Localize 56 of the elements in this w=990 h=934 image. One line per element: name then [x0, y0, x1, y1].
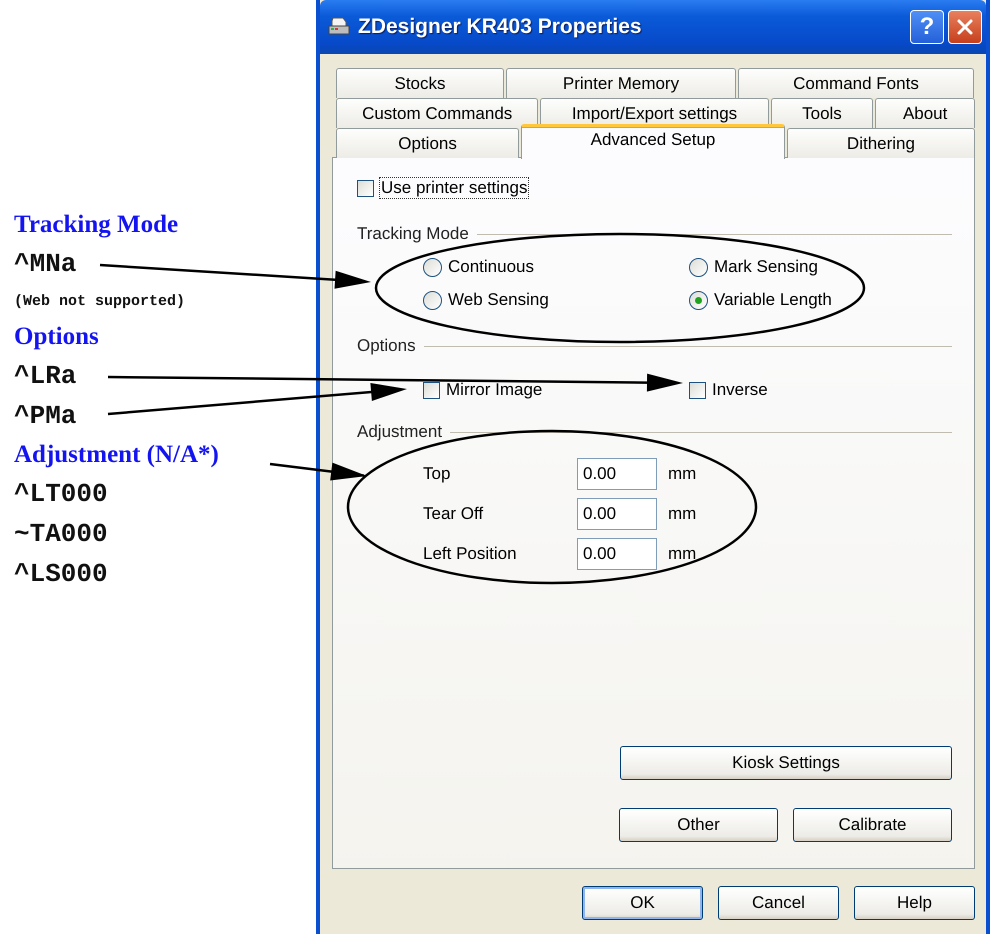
unit-label: mm: [668, 464, 696, 484]
command-code: ^PMa: [14, 400, 76, 433]
tab[interactable]: About: [875, 98, 975, 128]
checkbox-option[interactable]: Use printer settings: [357, 176, 952, 200]
panel-button[interactable]: Other: [619, 808, 778, 842]
tab[interactable]: Custom Commands: [336, 98, 538, 128]
radio-option[interactable]: Continuous: [423, 255, 689, 279]
annotation-heading: Adjustment (N/A*): [14, 440, 219, 470]
group-title: Options: [357, 336, 416, 356]
input-field[interactable]: 0.00: [577, 458, 657, 490]
dialog-button[interactable]: Help: [854, 886, 975, 920]
annotation-heading: Tracking Mode: [14, 210, 178, 240]
radio-button[interactable]: [689, 290, 708, 310]
checkbox-option[interactable]: Mirror Image: [423, 378, 689, 402]
window-title: ZDesigner KR403 Properties: [358, 15, 642, 39]
command-code: ~TA000: [14, 518, 108, 551]
close-button[interactable]: [948, 10, 982, 44]
tab[interactable]: Stocks: [336, 68, 504, 98]
checkbox-option[interactable]: Inverse: [689, 378, 952, 402]
radio-button[interactable]: [423, 290, 442, 310]
annotation-heading: Options: [14, 322, 99, 352]
printer-icon: [328, 17, 350, 37]
kiosk-settings-button[interactable]: Kiosk Settings: [620, 746, 952, 780]
help-button[interactable]: ?: [910, 10, 944, 44]
tab[interactable]: Options: [336, 128, 520, 158]
tab[interactable]: Tools: [770, 98, 874, 128]
checkbox[interactable]: [357, 180, 374, 196]
input-field[interactable]: 0.00: [577, 538, 657, 570]
checkbox[interactable]: [423, 382, 440, 398]
checkbox[interactable]: [689, 382, 706, 398]
field-label: Left Position: [423, 544, 518, 564]
radio-option[interactable]: Web Sensing: [423, 288, 689, 312]
radio-button[interactable]: [423, 258, 442, 276]
unit-label: mm: [668, 544, 696, 564]
dialog-button[interactable]: OK: [582, 886, 703, 920]
field-label: Top: [423, 464, 452, 484]
command-code: ^LS000: [14, 558, 108, 591]
radio-option[interactable]: Variable Length: [689, 288, 952, 312]
command-code: ^LT000: [14, 478, 108, 511]
tab[interactable]: Command Fonts: [738, 68, 974, 98]
panel-button[interactable]: Calibrate: [793, 808, 952, 842]
radio-button[interactable]: [689, 258, 708, 276]
group-title: Tracking Mode: [357, 224, 469, 244]
field-label: Tear Off: [423, 504, 484, 524]
command-code: ^LRa: [14, 360, 76, 393]
tab[interactable]: Dithering: [786, 128, 975, 158]
input-field[interactable]: 0.00: [577, 498, 657, 530]
radio-option[interactable]: Mark Sensing: [689, 255, 952, 279]
close-icon: [956, 18, 974, 36]
unit-label: mm: [668, 504, 696, 524]
annotation-note: (Web not supported): [14, 292, 186, 312]
dialog-button[interactable]: Cancel: [718, 886, 839, 920]
tab[interactable]: Advanced Setup: [521, 124, 785, 159]
group-title: Adjustment: [357, 422, 442, 442]
command-code: ^MNa: [14, 248, 76, 281]
tab[interactable]: Printer Memory: [506, 68, 736, 98]
